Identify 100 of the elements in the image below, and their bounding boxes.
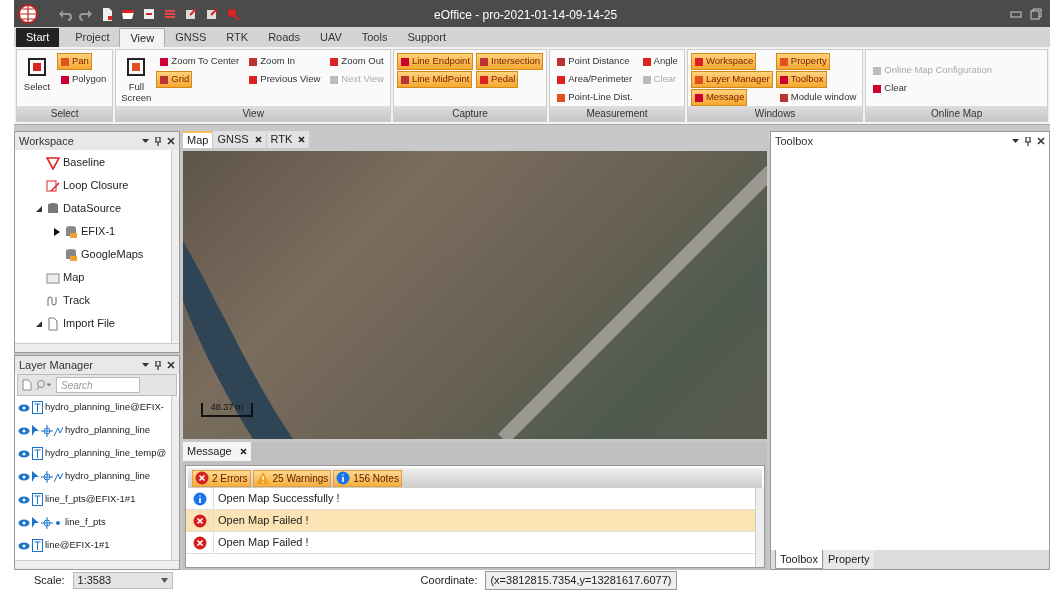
vertical-scrollbar[interactable] bbox=[755, 488, 764, 567]
panel-title: Workspace bbox=[19, 133, 74, 149]
ribbon-button[interactable]: Grid bbox=[156, 71, 193, 88]
menu-tab[interactable]: Tools bbox=[351, 28, 398, 47]
tree-item[interactable]: Map bbox=[63, 269, 85, 286]
vertical-scrollbar[interactable] bbox=[171, 150, 179, 343]
close-icon[interactable] bbox=[298, 136, 306, 143]
document-tab[interactable]: Map bbox=[183, 131, 213, 148]
eye-icon[interactable] bbox=[18, 402, 30, 413]
close-icon[interactable] bbox=[167, 360, 175, 369]
pin-icon[interactable] bbox=[155, 360, 161, 370]
tree-item[interactable]: Import File bbox=[63, 315, 115, 332]
ribbon-button[interactable]: Zoom In bbox=[245, 53, 299, 70]
pointer-icon[interactable] bbox=[32, 425, 39, 436]
ribbon-button[interactable]: Intersection bbox=[476, 53, 544, 70]
ribbon-button[interactable]: Line MidPoint bbox=[396, 71, 473, 88]
menu-tab[interactable]: View bbox=[119, 28, 166, 47]
ribbon-button[interactable]: Pedal bbox=[476, 71, 519, 88]
close-icon[interactable] bbox=[167, 136, 175, 145]
ribbon-button[interactable]: Angle bbox=[638, 53, 681, 70]
tree-item[interactable]: Baseline bbox=[63, 154, 106, 171]
layer-item[interactable]: hydro_planning_line bbox=[65, 423, 151, 438]
menu-tab[interactable]: Start bbox=[16, 28, 60, 47]
horizontal-scrollbar[interactable] bbox=[15, 343, 179, 352]
menu-tab[interactable]: UAV bbox=[309, 28, 352, 47]
caret-icon bbox=[160, 578, 168, 583]
pin-icon[interactable] bbox=[155, 136, 161, 146]
menu-tab[interactable]: Support bbox=[397, 28, 456, 47]
menu-tab[interactable]: Project bbox=[65, 28, 120, 47]
ribbon-button[interactable]: Workspace bbox=[690, 53, 757, 70]
ribbon-button[interactable]: Layer Manager bbox=[690, 71, 773, 88]
eye-icon[interactable] bbox=[18, 448, 30, 459]
message-row[interactable]: Open Map Failed ! bbox=[186, 510, 755, 532]
ribbon-button[interactable]: Zoom Out bbox=[326, 53, 387, 70]
layer-item[interactable]: hydro_planning_line_temp@ bbox=[45, 446, 167, 461]
eye-icon[interactable] bbox=[18, 517, 30, 528]
dropdown-icon[interactable] bbox=[142, 136, 149, 145]
ribbon-button[interactable]: Previous View bbox=[245, 71, 324, 88]
ribbon-button[interactable]: Polygon bbox=[57, 71, 110, 88]
message-filter[interactable]: 156 Notes bbox=[333, 469, 402, 487]
search-icon[interactable] bbox=[36, 379, 52, 391]
tool-icon bbox=[778, 56, 789, 67]
dropdown-icon[interactable] bbox=[142, 360, 149, 369]
eye-icon[interactable] bbox=[18, 540, 30, 551]
close-icon[interactable] bbox=[1037, 136, 1045, 145]
ribbon-button[interactable]: Full Screen bbox=[119, 53, 154, 103]
tree-item[interactable]: EFIX-1 bbox=[81, 223, 116, 240]
document-tab[interactable]: GNSS bbox=[213, 131, 266, 148]
ribbon-button[interactable]: Line Endpoint bbox=[396, 53, 474, 70]
message-row[interactable]: Open Map Successfully ! bbox=[186, 488, 755, 510]
new-layer-icon[interactable] bbox=[22, 379, 32, 391]
dropdown-icon[interactable] bbox=[1012, 136, 1019, 145]
search-field[interactable]: Search bbox=[56, 377, 140, 393]
ribbon-button[interactable]: Message bbox=[690, 89, 748, 106]
eye-icon[interactable] bbox=[18, 471, 30, 482]
close-icon[interactable] bbox=[254, 136, 262, 143]
collapse-arrow-icon[interactable] bbox=[35, 319, 43, 328]
layer-item[interactable]: line@EFIX-1#1 bbox=[45, 538, 110, 553]
ribbon-button[interactable]: Clear bbox=[869, 80, 910, 97]
layer-item[interactable]: line_f_pts bbox=[65, 515, 106, 530]
panel-tab[interactable]: Property bbox=[823, 550, 874, 569]
ribbon-button[interactable]: Point-Line Dist. bbox=[553, 89, 636, 106]
tree-item[interactable]: Track bbox=[63, 292, 91, 309]
tree-item[interactable]: DataSource bbox=[63, 200, 122, 217]
ribbon-button[interactable]: Area/Perimeter bbox=[553, 71, 636, 88]
ribbon-button[interactable]: Pan bbox=[57, 53, 92, 70]
save-icon[interactable] bbox=[142, 6, 156, 21]
menu-tab[interactable]: RTK bbox=[216, 28, 259, 47]
expand-arrow-icon[interactable] bbox=[53, 227, 61, 236]
panel-tab[interactable]: Toolbox bbox=[775, 550, 823, 569]
document-tab[interactable]: RTK bbox=[266, 131, 310, 148]
eye-icon[interactable] bbox=[18, 425, 30, 436]
ribbon-button[interactable]: Property bbox=[775, 53, 830, 70]
restore-icon[interactable] bbox=[1030, 7, 1042, 20]
tree-item[interactable]: Loop Closure bbox=[63, 177, 129, 194]
close-icon[interactable] bbox=[239, 448, 247, 455]
eye-icon[interactable] bbox=[18, 494, 30, 505]
horizontal-scrollbar[interactable] bbox=[15, 560, 179, 569]
ribbon-button[interactable]: Module window bbox=[775, 89, 860, 106]
ribbon-button[interactable]: Zoom To Center bbox=[156, 53, 243, 70]
ribbon-button[interactable]: Toolbox bbox=[775, 71, 827, 88]
menu-tab[interactable]: Roads bbox=[258, 28, 310, 47]
vertical-scrollbar[interactable] bbox=[171, 396, 179, 560]
menu-tab[interactable]: GNSS bbox=[165, 28, 217, 47]
layer-item[interactable]: hydro_planning_line bbox=[65, 469, 151, 484]
message-filter[interactable]: 25 Warnings bbox=[252, 469, 332, 487]
ribbon-button[interactable]: Select bbox=[20, 53, 54, 92]
pointer-icon[interactable] bbox=[32, 471, 39, 482]
layer-item[interactable]: hydro_planning_line@EFIX- bbox=[45, 400, 164, 415]
message-tab[interactable]: Message bbox=[183, 442, 251, 461]
message-filter[interactable]: 2 Errors bbox=[192, 469, 251, 487]
ribbon-button[interactable]: Point Distance bbox=[553, 53, 633, 70]
collapse-arrow-icon[interactable] bbox=[35, 204, 43, 213]
scale-dropdown[interactable]: 1:3583 bbox=[72, 572, 173, 589]
message-row[interactable]: Open Map Failed ! bbox=[186, 532, 755, 554]
tree-item[interactable]: GoogleMaps bbox=[81, 246, 144, 263]
layer-item[interactable]: line_f_pts@EFIX-1#1 bbox=[45, 492, 136, 507]
pointer-icon[interactable] bbox=[32, 517, 39, 528]
document-icon[interactable] bbox=[100, 6, 114, 21]
pin-icon[interactable] bbox=[1025, 136, 1031, 146]
